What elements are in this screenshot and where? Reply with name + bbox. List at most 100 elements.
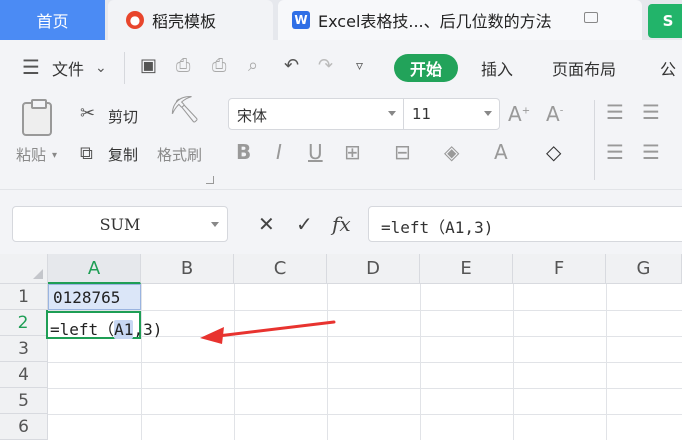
more-dropdown-icon[interactable]: ▿ [356,56,363,76]
align-top-icon[interactable]: ☰ [606,100,624,124]
cancel-icon[interactable]: ✕ [258,212,275,236]
font-name-value: 宋体 [237,107,268,125]
column-header-e[interactable]: E [420,254,513,284]
format-painter-icon[interactable]: ⛏ [168,97,201,123]
row-header-1[interactable]: 1 [0,284,48,310]
bold-icon[interactable]: B [236,140,251,164]
save-icon[interactable]: ▣ [140,56,157,76]
tab-docer[interactable]: ● 稻壳模板 [108,0,273,40]
docer-logo-icon: ● [126,11,144,29]
row-header-4[interactable]: 4 [0,362,48,388]
format-painter-button[interactable]: 格式刷 [157,144,202,165]
redo-icon[interactable]: ↷ [318,56,333,76]
cut-button[interactable]: 剪切 [108,106,138,127]
clipboard-dialog-launcher-icon[interactable] [206,176,214,184]
formula-text: =left（A1,3) [381,218,494,237]
chevron-down-icon [211,222,219,227]
tab-document-label: Excel表格技...、后几位数的方法 [318,12,552,31]
gridline [48,310,682,311]
tab-home-label: 首页 [36,12,69,31]
tab-docer-label: 稻壳模板 [152,12,217,31]
print-preview-icon[interactable]: ⌕ [248,56,258,76]
fill-color-icon[interactable]: ◈ [444,140,459,164]
decrease-font-icon[interactable]: A- [546,102,563,126]
formula-prefix: =left（ [50,320,115,339]
column-header-d[interactable]: D [327,254,420,284]
tab-home[interactable]: 首页 [0,0,105,40]
row-header-6[interactable]: 6 [0,414,48,440]
wps-writer-icon: W [292,11,310,29]
formula-suffix: ,3) [133,320,163,339]
merge-cells-icon[interactable]: ⊟ [394,140,411,164]
divider [594,100,595,180]
increase-font-icon[interactable]: A+ [508,102,530,126]
tab-formula-partial[interactable]: 公 [660,56,676,80]
tab-spreadsheet-letter: S [662,12,674,30]
gridline [48,362,682,363]
menu-file[interactable]: 文件 [52,56,84,80]
align-center-icon[interactable]: ☰ [642,140,660,164]
scissors-icon[interactable]: ✂ [80,104,95,124]
chevron-down-icon [484,111,492,116]
confirm-icon[interactable]: ✓ [296,212,313,236]
formula-bar: SUM ✕ ✓ fx =left（A1,3) [0,190,682,254]
tab-bar: 首页 ● 稻壳模板 W Excel表格技...、后几位数的方法 S [0,0,682,40]
column-header-g[interactable]: G [606,254,682,284]
border-icon[interactable]: ⊞ [344,140,361,164]
tab-spreadsheet-partial[interactable]: S [648,4,682,38]
insert-function-icon[interactable]: fx [332,212,351,236]
export-pdf-icon[interactable]: ⎙ [176,56,190,76]
column-header-f[interactable]: F [513,254,606,284]
font-size-value: 11 [412,105,432,123]
hamburger-menu-icon[interactable]: ☰ [22,57,40,77]
italic-icon[interactable]: I [276,140,282,164]
row-header-3[interactable]: 3 [0,336,48,362]
column-header-c[interactable]: C [234,254,327,284]
tab-start[interactable]: 开始 [394,54,458,82]
spreadsheet-grid[interactable]: A B C D E F G 1 2 3 4 5 6 0128765 =left（… [0,254,682,440]
tab-insert[interactable]: 插入 [481,56,513,80]
chevron-down-icon [388,111,396,116]
align-left-icon[interactable]: ☰ [606,140,624,164]
formula-input[interactable]: =left（A1,3) [368,206,682,242]
font-color-icon[interactable]: A [494,140,508,164]
tab-page-layout[interactable]: 页面布局 [552,56,616,80]
divider [124,52,125,84]
copy-icon[interactable]: ⧉ [80,144,93,164]
font-name-select[interactable]: 宋体 [228,98,404,130]
gridline [327,284,328,440]
row-header-5[interactable]: 5 [0,388,48,414]
tab-document[interactable]: W Excel表格技...、后几位数的方法 [278,0,642,40]
select-all-corner[interactable] [0,254,48,284]
print-icon[interactable]: ⎙ [212,56,226,76]
cell-a2-formula[interactable]: =left（A1,3) [50,316,162,340]
eraser-icon[interactable]: ◇ [546,140,561,164]
column-header-b[interactable]: B [141,254,234,284]
paste-icon[interactable] [22,99,52,136]
cell-reference-highlight: A1 [114,320,134,339]
row-header-2[interactable]: 2 [0,310,48,336]
gridline [234,284,235,440]
paste-label[interactable]: 粘贴 [16,144,46,165]
name-box[interactable]: SUM [12,206,228,242]
gridline [606,284,607,440]
chevron-down-icon[interactable]: ⌄ [95,58,107,78]
ribbon-toolbar: 粘贴 ▾ ✂ 剪切 ⧉ 复制 ⛏ 格式刷 宋体 11 A+ A- ☰ ☰ B I… [0,96,682,190]
gridline [420,284,421,440]
undo-icon[interactable]: ↶ [284,56,299,76]
gridline [513,284,514,440]
paste-dropdown-icon[interactable]: ▾ [52,146,57,166]
font-size-select[interactable]: 11 [404,98,500,130]
align-middle-icon[interactable]: ☰ [642,100,660,124]
copy-button[interactable]: 复制 [108,144,138,165]
name-box-value: SUM [99,214,141,234]
gridline [48,388,682,389]
column-header-a[interactable]: A [48,254,141,284]
monitor-icon[interactable] [584,12,598,23]
underline-icon[interactable]: U [308,140,323,164]
cell-a1[interactable]: 0128765 [48,284,141,310]
gridline [48,414,682,415]
gridline [141,284,142,440]
annotation-arrow [200,320,336,344]
cell-a1-value: 0128765 [53,288,121,307]
